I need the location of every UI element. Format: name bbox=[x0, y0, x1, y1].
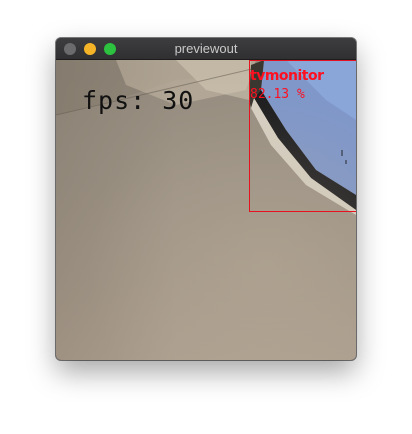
title-bar[interactable]: previewout bbox=[56, 38, 356, 60]
preview-window: previewout fps: 30 tvmonitor 82.13 % bbox=[56, 38, 356, 360]
detection-label: tvmonitor bbox=[250, 68, 324, 84]
fps-counter: fps: 30 bbox=[82, 86, 195, 115]
detection-confidence: 82.13 % bbox=[250, 87, 305, 102]
camera-preview: fps: 30 tvmonitor 82.13 % bbox=[56, 60, 356, 360]
window-title: previewout bbox=[174, 41, 238, 56]
